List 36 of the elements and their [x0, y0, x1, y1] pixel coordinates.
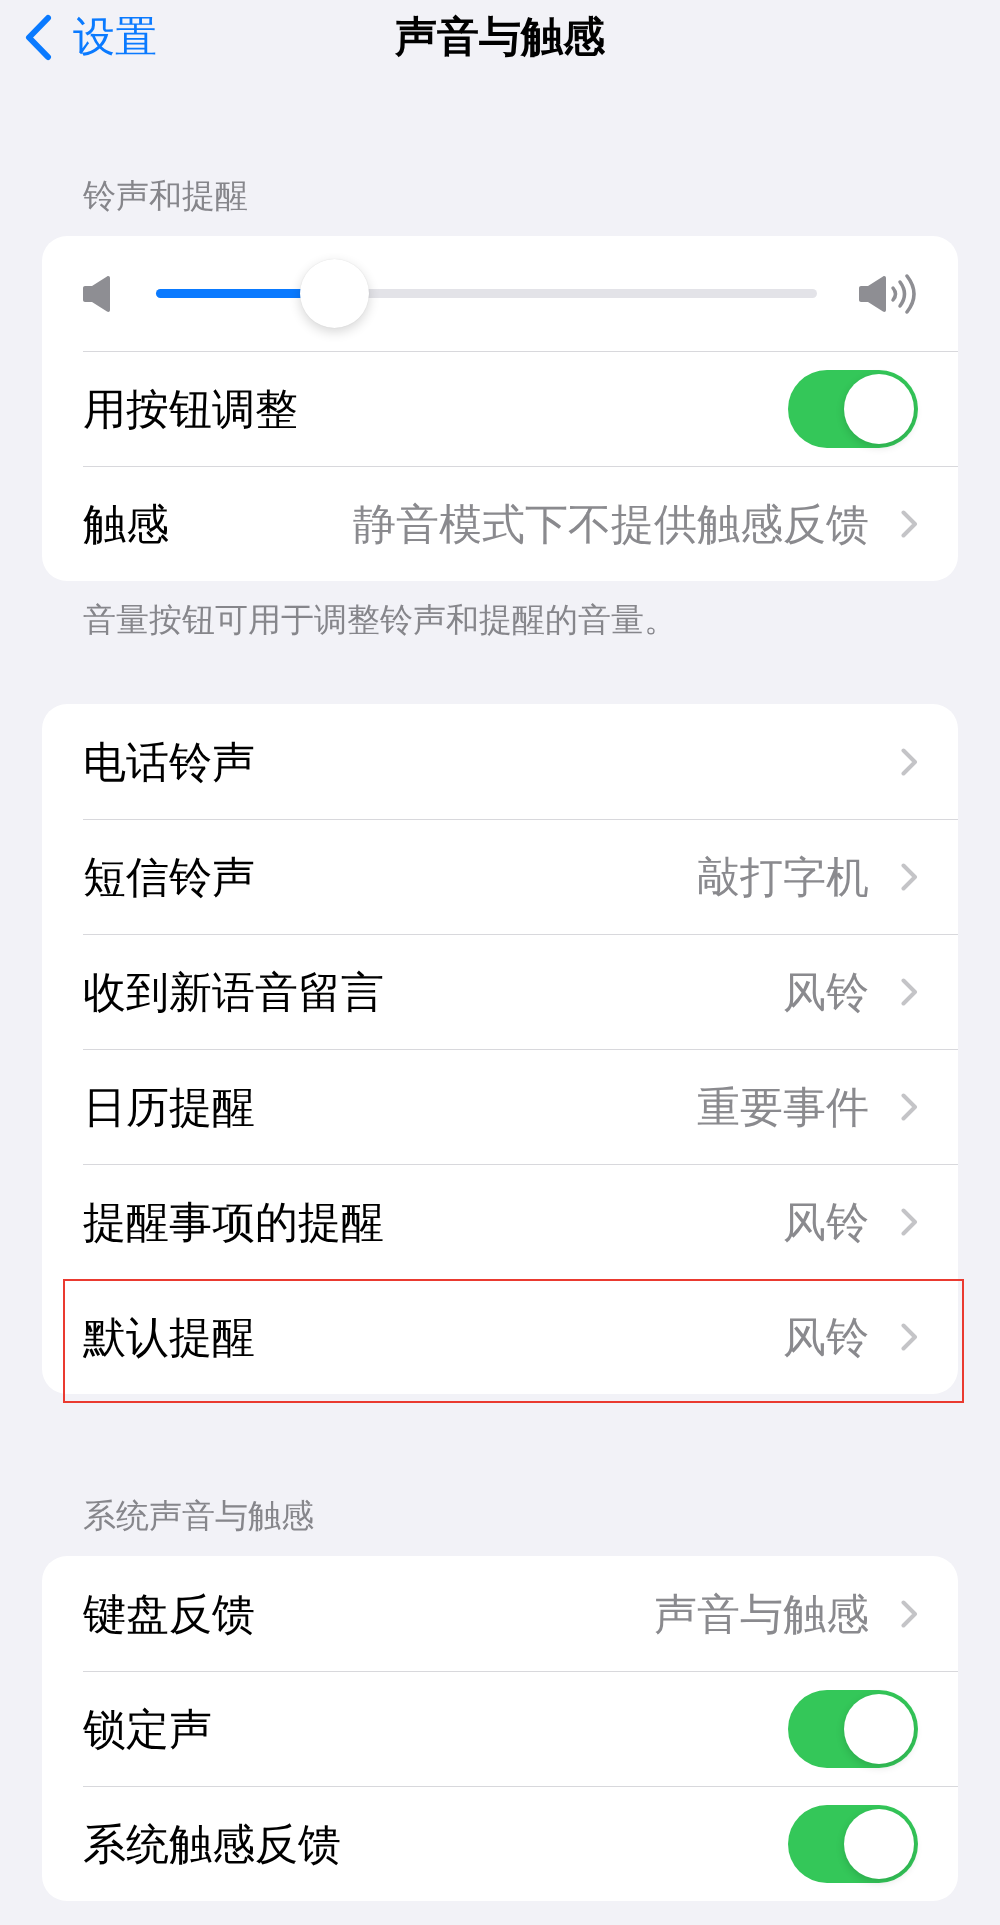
slider-thumb[interactable]: [299, 259, 369, 328]
row-label: 用按钮调整: [83, 383, 298, 435]
chevron-left-icon: [24, 13, 52, 61]
row-label: 锁定声: [83, 1703, 212, 1755]
row-label[interactable]: 短信铃声: [83, 851, 255, 903]
section-footer: 音量按钮可用于调整铃声和提醒的音量。: [83, 600, 677, 639]
section-header: 系统声音与触感: [83, 1496, 314, 1535]
back-button[interactable]: 设置: [24, 12, 157, 62]
chevron-right-icon: [901, 1208, 918, 1236]
chevron-right-icon: [901, 747, 918, 776]
chevron-right-icon: [901, 510, 918, 538]
row-label[interactable]: 键盘反馈: [83, 1587, 255, 1640]
row-label: 系统触感反馈: [83, 1818, 341, 1870]
row-label[interactable]: 默认提醒: [83, 1311, 255, 1363]
row-label[interactable]: 触感: [83, 498, 169, 550]
page-title: 声音与触感: [395, 12, 605, 62]
row-value: 风铃: [783, 1311, 869, 1363]
row-value: 敲打字机: [697, 851, 869, 903]
row-label[interactable]: 电话铃声: [83, 735, 255, 788]
row-value: 风铃: [783, 966, 869, 1018]
chevron-right-icon: [901, 1093, 918, 1121]
speaker-low-icon: [83, 274, 110, 313]
row-label[interactable]: 提醒事项的提醒: [83, 1196, 384, 1248]
volume-slider[interactable]: [156, 259, 817, 328]
row-label[interactable]: 日历提醒: [83, 1081, 255, 1133]
chevron-right-icon: [901, 1323, 918, 1351]
row-label[interactable]: 收到新语音留言: [83, 966, 384, 1018]
row-value: 声音与触感: [654, 1587, 869, 1640]
row-value: 静音模式下不提供触感反馈: [353, 498, 869, 550]
row-value: 风铃: [783, 1196, 869, 1248]
row-value: 重要事件: [697, 1081, 869, 1133]
chevron-right-icon: [901, 1599, 918, 1628]
chevron-right-icon: [901, 978, 918, 1006]
section-header: 铃声和提醒: [83, 176, 248, 215]
speaker-loud-icon: [859, 272, 918, 315]
chevron-right-icon: [901, 863, 918, 891]
